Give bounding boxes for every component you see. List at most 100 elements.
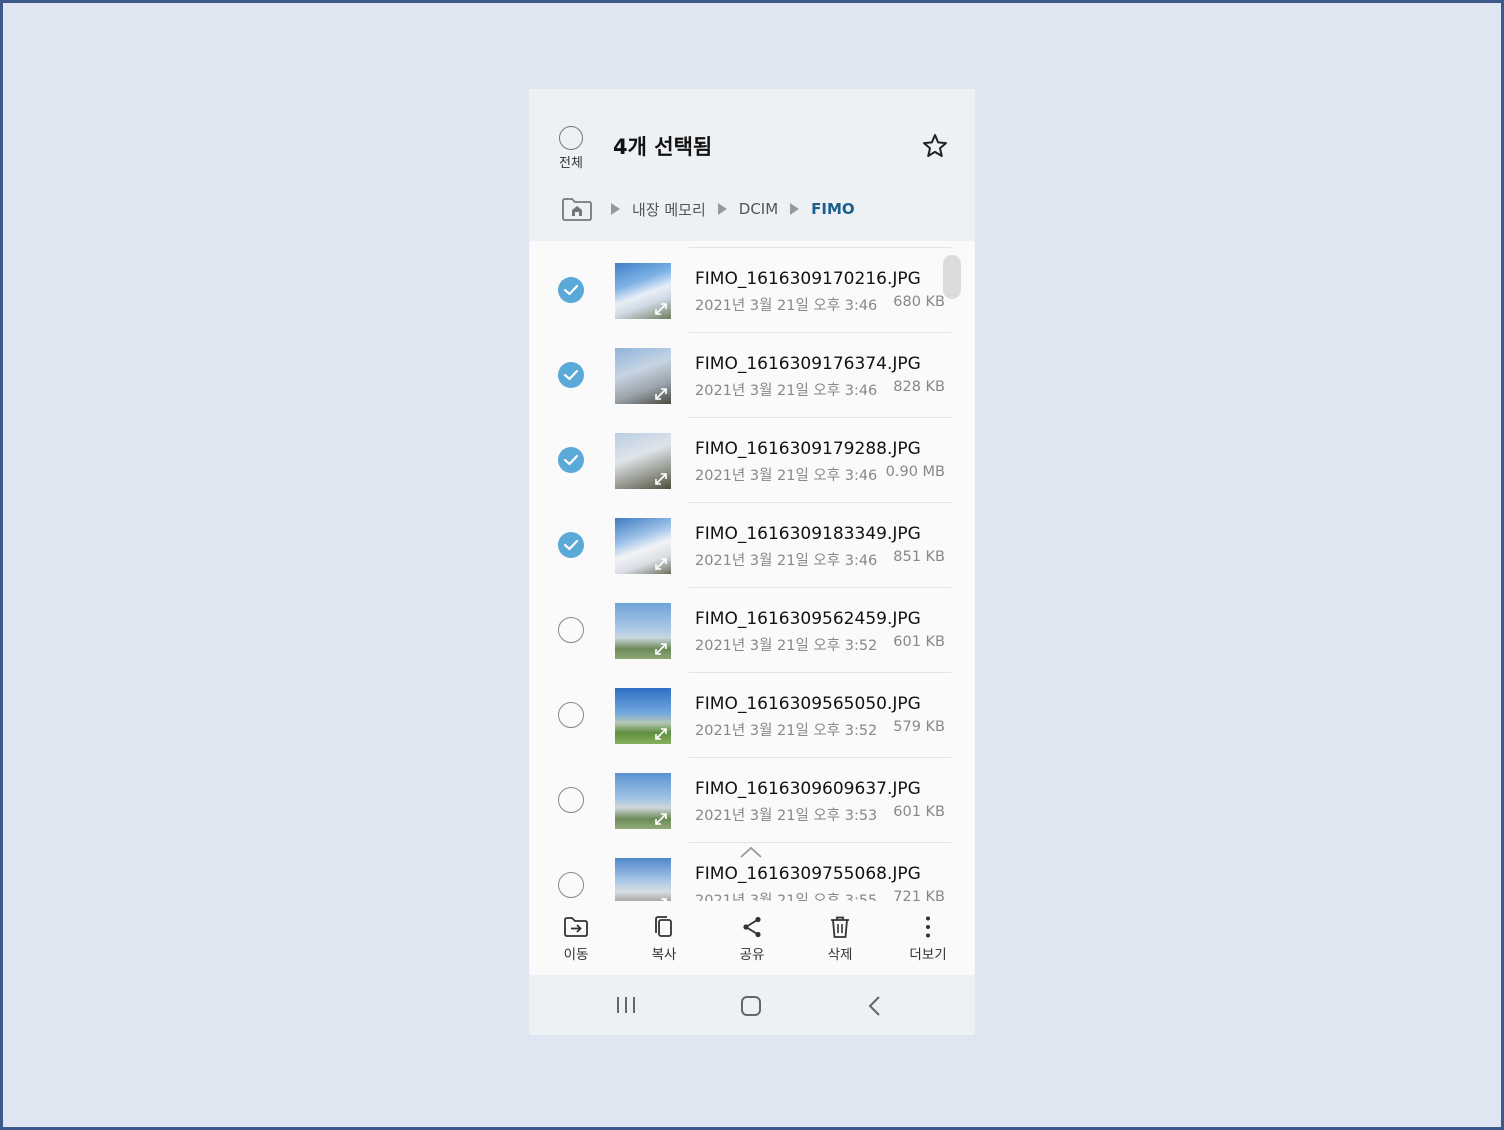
file-checkbox[interactable]	[558, 277, 584, 303]
file-name: FIMO_1616309183349.JPG	[695, 524, 921, 544]
file-row[interactable]: FIMO_1616309179288.JPG 2021년 3월 21일 오후 3:…	[529, 417, 975, 502]
file-thumbnail[interactable]	[615, 433, 671, 489]
expand-icon[interactable]	[654, 727, 668, 741]
select-all-label: 전체	[559, 156, 583, 171]
file-checkbox[interactable]	[558, 787, 584, 813]
check-icon	[563, 539, 579, 551]
phone-screen: 전체 4개 선택됨 내장 메모리 DCIM FIMO FIMO_16163091…	[529, 89, 975, 1035]
file-row[interactable]: FIMO_1616309170216.JPG 2021년 3월 21일 오후 3:…	[529, 247, 975, 332]
file-date: 2021년 3월 21일 오후 3:55	[695, 893, 878, 901]
file-checkbox[interactable]	[558, 702, 584, 728]
share-label: 공유	[739, 947, 765, 963]
file-date: 2021년 3월 21일 오후 3:46	[695, 383, 878, 399]
more-icon	[926, 916, 930, 938]
file-size: 601 KB	[893, 804, 945, 820]
file-thumbnail[interactable]	[615, 688, 671, 744]
system-nav-bar	[529, 975, 975, 1035]
file-row[interactable]: FIMO_1616309565050.JPG 2021년 3월 21일 오후 3:…	[529, 672, 975, 757]
file-checkbox[interactable]	[558, 447, 584, 473]
home-icon[interactable]	[739, 995, 763, 1017]
recents-icon[interactable]	[613, 995, 639, 1015]
breadcrumb: 내장 메모리 DCIM FIMO	[561, 193, 867, 225]
file-row[interactable]: FIMO_1616309609637.JPG 2021년 3월 21일 오후 3:…	[529, 757, 975, 842]
row-divider	[689, 502, 951, 503]
row-divider	[689, 417, 951, 418]
file-name: FIMO_1616309170216.JPG	[695, 269, 921, 289]
bottom-toolbar: 이동 복사 공유 삭제 더보기	[529, 901, 975, 975]
file-row[interactable]: FIMO_1616309183349.JPG 2021년 3월 21일 오후 3:…	[529, 502, 975, 587]
file-checkbox[interactable]	[558, 362, 584, 388]
select-all-checkbox[interactable]	[559, 126, 583, 150]
breadcrumb-current[interactable]: FIMO	[811, 200, 855, 218]
file-size: 579 KB	[893, 719, 945, 735]
file-thumbnail[interactable]	[615, 603, 671, 659]
background-frame: 전체 4개 선택됨 내장 메모리 DCIM FIMO FIMO_16163091…	[0, 0, 1504, 1130]
file-thumbnail[interactable]	[615, 263, 671, 319]
expand-icon[interactable]	[654, 387, 668, 401]
star-icon[interactable]	[921, 132, 949, 160]
file-date: 2021년 3월 21일 오후 3:52	[695, 638, 878, 654]
share-icon	[743, 916, 761, 938]
breadcrumb-item-internal-storage[interactable]: 내장 메모리	[632, 199, 706, 220]
move-button[interactable]: 이동	[546, 915, 606, 963]
delete-button[interactable]: 삭제	[810, 915, 870, 963]
more-button[interactable]: 더보기	[898, 915, 958, 963]
back-icon[interactable]	[865, 995, 885, 1017]
copy-icon	[655, 916, 672, 937]
move-label: 이동	[563, 947, 589, 963]
file-list[interactable]: FIMO_1616309170216.JPG 2021년 3월 21일 오후 3:…	[529, 247, 975, 901]
expand-icon[interactable]	[654, 642, 668, 656]
expand-icon[interactable]	[654, 472, 668, 486]
select-all-toggle[interactable]: 전체	[557, 126, 585, 171]
file-thumbnail[interactable]	[615, 773, 671, 829]
file-checkbox[interactable]	[558, 617, 584, 643]
check-icon	[563, 454, 579, 466]
file-date: 2021년 3월 21일 오후 3:46	[695, 553, 878, 569]
copy-label: 복사	[651, 947, 677, 963]
file-size: 721 KB	[893, 889, 945, 901]
row-divider	[689, 332, 951, 333]
move-icon	[564, 917, 588, 937]
row-divider	[689, 842, 951, 843]
delete-label: 삭제	[827, 947, 853, 963]
row-divider	[689, 587, 951, 588]
file-thumbnail[interactable]	[615, 858, 671, 901]
expand-icon[interactable]	[654, 302, 668, 316]
file-date: 2021년 3월 21일 오후 3:46	[695, 298, 878, 314]
file-size: 601 KB	[893, 634, 945, 650]
row-divider	[689, 247, 951, 248]
file-checkbox[interactable]	[558, 532, 584, 558]
home-folder-icon[interactable]	[561, 196, 593, 222]
file-checkbox[interactable]	[558, 872, 584, 898]
file-name: FIMO_1616309755068.JPG	[695, 864, 921, 884]
share-button[interactable]: 공유	[722, 915, 782, 963]
file-name: FIMO_1616309176374.JPG	[695, 354, 921, 374]
file-row[interactable]: FIMO_1616309562459.JPG 2021년 3월 21일 오후 3:…	[529, 587, 975, 672]
breadcrumb-item-dcim[interactable]: DCIM	[739, 200, 778, 218]
file-thumbnail[interactable]	[615, 348, 671, 404]
row-divider	[689, 672, 951, 673]
file-size: 680 KB	[893, 294, 945, 310]
file-thumbnail[interactable]	[615, 518, 671, 574]
file-date: 2021년 3월 21일 오후 3:52	[695, 723, 878, 739]
scroll-top-icon[interactable]	[735, 841, 767, 865]
file-size: 828 KB	[893, 379, 945, 395]
file-name: FIMO_1616309609637.JPG	[695, 779, 921, 799]
trash-icon	[831, 916, 849, 938]
file-size: 0.90 MB	[885, 464, 945, 480]
breadcrumb-arrow-icon	[611, 203, 620, 215]
file-row[interactable]: FIMO_1616309176374.JPG 2021년 3월 21일 오후 3:…	[529, 332, 975, 417]
file-date: 2021년 3월 21일 오후 3:53	[695, 808, 878, 824]
expand-icon[interactable]	[654, 812, 668, 826]
copy-button[interactable]: 복사	[634, 915, 694, 963]
file-date: 2021년 3월 21일 오후 3:46	[695, 468, 878, 484]
scrollbar-thumb[interactable]	[943, 255, 961, 299]
expand-icon[interactable]	[654, 557, 668, 571]
file-name: FIMO_1616309565050.JPG	[695, 694, 921, 714]
check-icon	[563, 284, 579, 296]
breadcrumb-arrow-icon	[790, 203, 800, 215]
app-header: 전체 4개 선택됨 내장 메모리 DCIM FIMO	[529, 89, 975, 241]
row-divider	[689, 757, 951, 758]
file-name: FIMO_1616309179288.JPG	[695, 439, 921, 459]
file-name: FIMO_1616309562459.JPG	[695, 609, 921, 629]
